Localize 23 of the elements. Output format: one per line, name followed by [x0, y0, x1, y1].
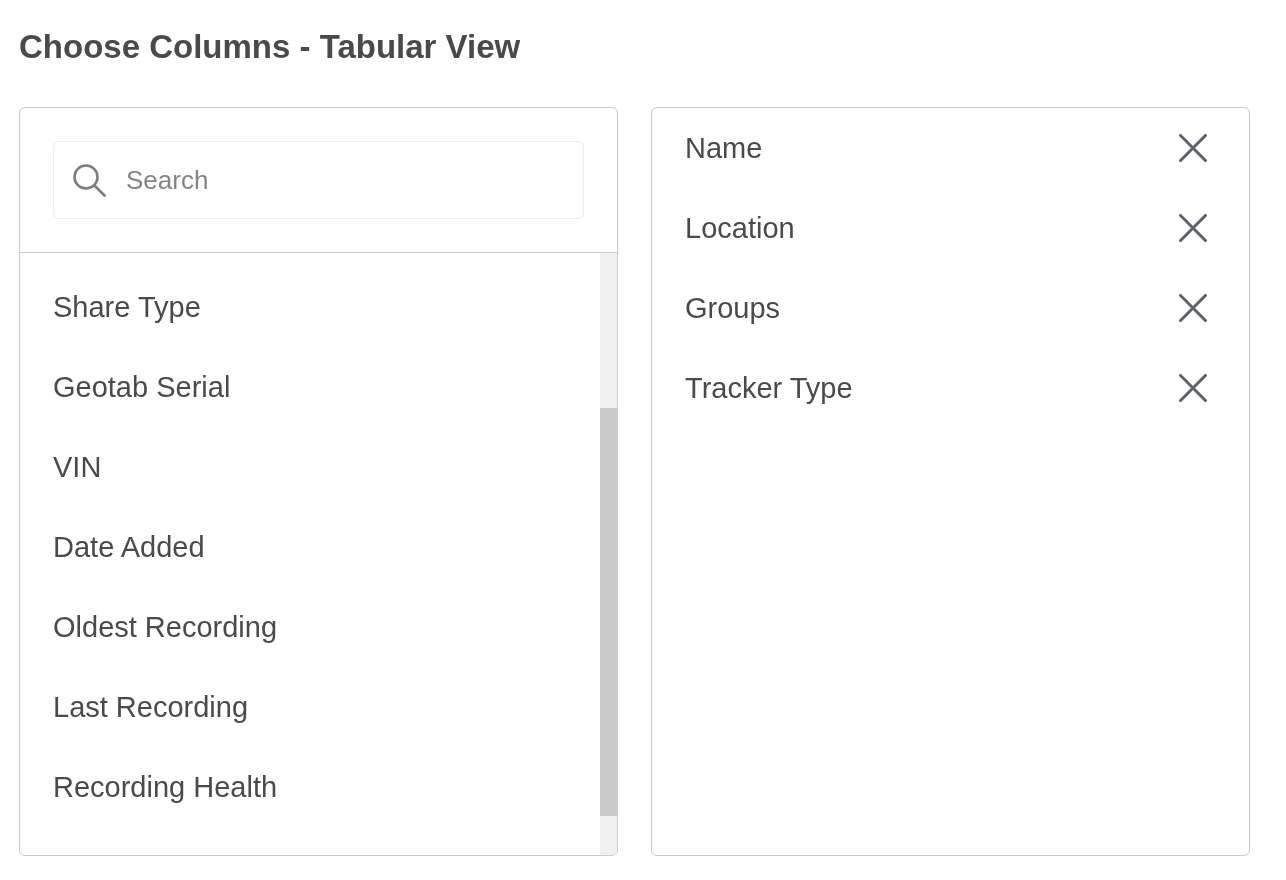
- column-option[interactable]: VIN: [20, 427, 600, 507]
- close-icon: [1179, 214, 1207, 242]
- dialog-title: Choose Columns - Tabular View: [19, 27, 521, 67]
- remove-button[interactable]: [1179, 214, 1207, 242]
- scrollbar-thumb[interactable]: [600, 408, 617, 816]
- selected-column-label: Name: [685, 131, 764, 165]
- column-option[interactable]: Last Recording: [20, 667, 600, 747]
- selected-column-label: Location: [685, 211, 796, 245]
- column-option[interactable]: Oldest Recording: [20, 587, 600, 667]
- remove-button[interactable]: [1179, 374, 1207, 402]
- close-icon: [1179, 294, 1207, 322]
- remove-button[interactable]: [1179, 134, 1207, 162]
- column-option[interactable]: Date Added: [20, 507, 600, 587]
- search-icon: [72, 163, 106, 197]
- search-field[interactable]: Search: [53, 141, 584, 219]
- selected-column-label: Groups: [685, 291, 782, 325]
- selected-column-label: Tracker Type: [685, 371, 854, 405]
- close-icon: [1179, 134, 1207, 162]
- column-option[interactable]: Share Type: [20, 267, 600, 347]
- remove-button[interactable]: [1179, 294, 1207, 322]
- column-option[interactable]: Geotab Serial: [20, 347, 600, 427]
- close-icon: [1179, 374, 1207, 402]
- column-option[interactable]: Recording Health: [20, 747, 600, 827]
